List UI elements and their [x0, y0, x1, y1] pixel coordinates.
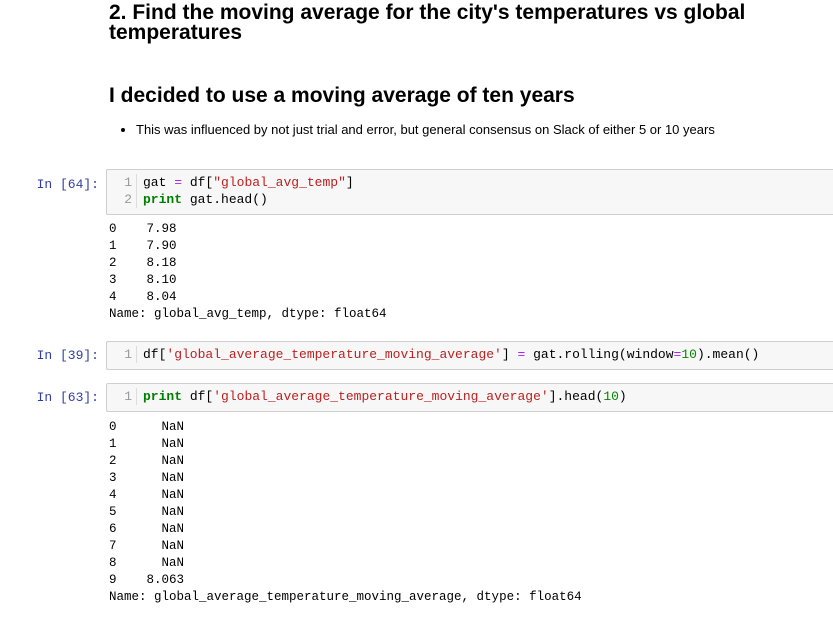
code-token: "global_avg_temp"	[213, 175, 346, 190]
code-token: 'global_average_temperature_moving_avera…	[213, 389, 549, 404]
section-heading-line2: temperatures	[109, 21, 243, 44]
output-line: 1 NaN	[109, 437, 185, 451]
section-heading: 2. Find the moving average for the city'…	[109, 2, 809, 44]
code-token: ]	[345, 175, 354, 190]
output-line: Name: global_avg_temp, dtype: float64	[109, 307, 387, 321]
code-line[interactable]: 1 df['global_average_temperature_moving_a…	[107, 346, 833, 363]
output-line: 7 NaN	[109, 539, 185, 553]
output-line: Name: global_average_temperature_moving_…	[109, 590, 582, 604]
code-token: ]	[501, 347, 518, 362]
output-line: 1 7.90	[109, 239, 177, 253]
code-token: df[	[143, 347, 167, 362]
output-line: 3 8.10	[109, 273, 177, 287]
cell-output-63: 0 NaN 1 NaN 2 NaN 3 NaN 4 NaN 5 NaN 6 NaN 7 NaN…	[109, 419, 582, 606]
output-line: 9 8.063	[109, 573, 185, 587]
markdown-cell-heading: 2. Find the moving average for the city'…	[109, 2, 809, 44]
cell-prompt-63: In [63]:	[36, 390, 99, 405]
bullet-item: This was influenced by not just trial an…	[136, 121, 809, 139]
line-number: 1	[107, 388, 137, 405]
line-number: 1	[107, 346, 137, 363]
code-token: ).mean()	[696, 347, 760, 362]
output-line: 8 NaN	[109, 556, 185, 570]
bullet-list: This was influenced by not just trial an…	[109, 121, 809, 139]
code-token: 'global_average_temperature_moving_avera…	[166, 347, 502, 362]
cell-prompt-39: In [39]:	[36, 348, 99, 363]
line-number: 2	[107, 191, 137, 208]
output-line: 2 NaN	[109, 454, 185, 468]
output-line: 6 NaN	[109, 522, 185, 536]
subsection-heading: I decided to use a moving average of ten…	[109, 84, 575, 107]
code-token: =	[174, 175, 183, 190]
code-token: gat	[143, 175, 175, 190]
code-cell-input-64[interactable]: 1 gat = df["global_avg_temp"] 2 print gat.h…	[106, 169, 833, 215]
code-line[interactable]: 2 print gat.head()	[107, 191, 833, 208]
output-line: 2 8.18	[109, 256, 177, 270]
code-token: print	[143, 192, 183, 207]
code-token: gat.head()	[182, 192, 268, 207]
cell-prompt-64: In [64]:	[36, 177, 99, 192]
code-token: ].head(	[548, 389, 604, 404]
code-token: print	[143, 389, 183, 404]
output-line: 4 NaN	[109, 488, 185, 502]
code-text: gat = df["global_avg_temp"]	[143, 174, 354, 191]
code-token: df[	[182, 389, 214, 404]
code-line[interactable]: 1 print df['global_average_temperature_mo…	[107, 388, 833, 405]
output-line: 3 NaN	[109, 471, 185, 485]
code-token: )	[618, 389, 627, 404]
bullet-list-container: This was influenced by not just trial an…	[109, 121, 809, 139]
output-line: 4 8.04	[109, 290, 177, 304]
line-number: 1	[107, 174, 137, 191]
output-line: 0 NaN	[109, 420, 185, 434]
code-cell-input-39[interactable]: 1 df['global_average_temperature_moving_a…	[106, 341, 833, 370]
code-text: print gat.head()	[143, 191, 268, 208]
code-token: df[	[182, 175, 214, 190]
code-token: 10	[603, 389, 619, 404]
markdown-cell-explanation: I decided to use a moving average of ten…	[109, 84, 809, 108]
code-line[interactable]: 1 gat = df["global_avg_temp"]	[107, 174, 833, 191]
output-line: 5 NaN	[109, 505, 185, 519]
code-cell-input-63[interactable]: 1 print df['global_average_temperature_mo…	[106, 383, 833, 412]
output-line: 0 7.98	[109, 222, 177, 236]
code-token: gat.rolling(window	[525, 347, 674, 362]
cell-output-64: 0 7.98 1 7.90 2 8.18 3 8.10 4 8.04 Name: glob…	[109, 221, 387, 323]
code-text: print df['global_average_temperature_mov…	[143, 388, 627, 405]
code-token: 10	[681, 347, 697, 362]
code-text: df['global_average_temperature_moving_av…	[143, 346, 759, 363]
